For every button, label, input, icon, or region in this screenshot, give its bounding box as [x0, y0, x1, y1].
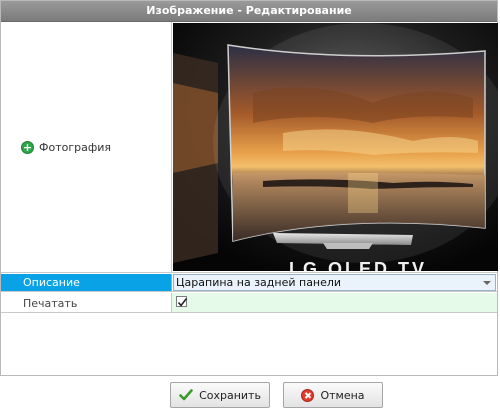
cancel-button-label: Отмена — [320, 388, 365, 402]
print-cell — [172, 293, 497, 312]
description-value: Царапина на задней панели — [176, 276, 342, 289]
description-row[interactable]: Описание Царапина на задней панели — [1, 274, 497, 292]
tv-photo-image: LG OLED TV — [173, 23, 498, 271]
chevron-down-icon[interactable] — [483, 281, 491, 285]
print-label: Печатать — [23, 297, 78, 310]
photo-cell: LG OLED TV — [172, 22, 498, 272]
edit-image-dialog: Изображение - Редактирование + Фотографи… — [0, 0, 498, 376]
cancel-icon — [301, 388, 315, 402]
check-icon — [177, 298, 188, 307]
tv-brand-text: LG OLED TV — [289, 259, 427, 271]
print-row: Печатать — [1, 293, 497, 313]
description-label-cell: Описание — [1, 274, 172, 291]
plus-circle-icon[interactable]: + — [21, 141, 34, 154]
photo-label-cell: + Фотография — [1, 22, 172, 272]
description-label: Описание — [23, 276, 80, 289]
cancel-button[interactable]: Отмена — [283, 382, 383, 408]
save-button[interactable]: Сохранить — [170, 382, 270, 408]
description-dropdown[interactable]: Царапина на задней панели — [173, 274, 496, 291]
photo-label-text: Фотография — [39, 141, 112, 154]
dialog-title: Изображение - Редактирование — [1, 1, 497, 22]
print-checkbox[interactable] — [176, 296, 188, 307]
save-button-label: Сохранить — [199, 388, 261, 402]
print-label-cell: Печатать — [1, 293, 172, 312]
photo-preview[interactable]: LG OLED TV — [173, 23, 498, 271]
photo-label: + Фотография — [21, 141, 111, 154]
photo-row: + Фотография LG OLED TV — [1, 22, 498, 273]
checkmark-icon — [179, 389, 193, 401]
description-cell: Царапина на задней панели — [172, 274, 497, 291]
